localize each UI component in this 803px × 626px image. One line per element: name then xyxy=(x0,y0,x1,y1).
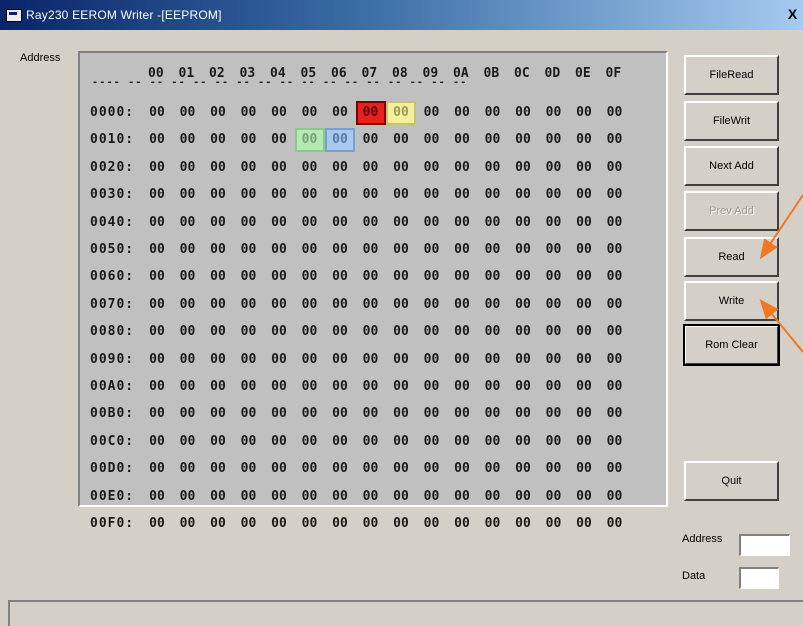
read-arrow xyxy=(759,194,803,260)
write-arrow xyxy=(759,298,803,353)
annotation-arrows xyxy=(759,194,803,353)
